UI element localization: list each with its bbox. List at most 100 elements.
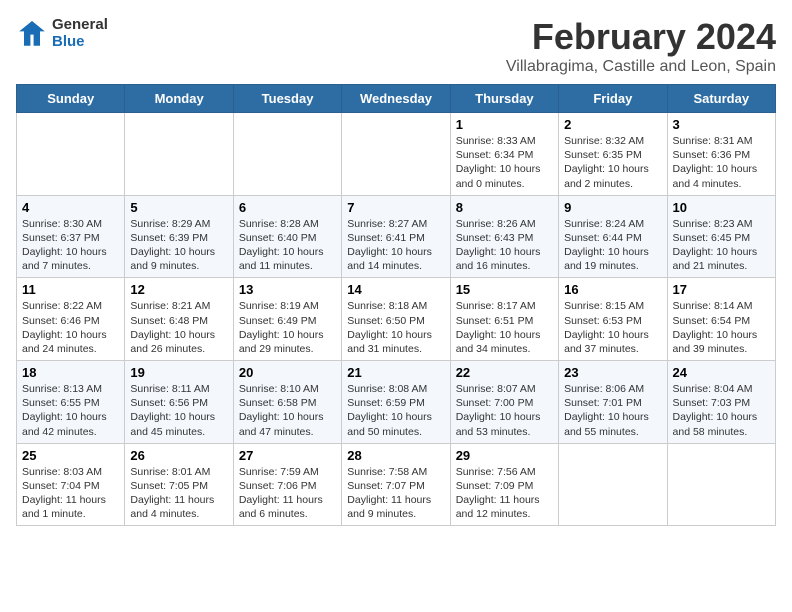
- calendar-cell: 22Sunrise: 8:07 AM Sunset: 7:00 PM Dayli…: [450, 361, 558, 444]
- weekday-header-friday: Friday: [559, 85, 667, 113]
- day-info: Sunrise: 8:10 AM Sunset: 6:58 PM Dayligh…: [239, 382, 336, 439]
- day-info: Sunrise: 8:23 AM Sunset: 6:45 PM Dayligh…: [673, 217, 770, 274]
- day-number: 3: [673, 117, 770, 132]
- calendar-week-4: 18 Sunrise: 8:13 AM Sunset: 6:55 PM Dayli…: [17, 361, 776, 444]
- calendar-cell: 19 Sunrise: 8:11 AM Sunset: 6:56 PM Dayli…: [125, 361, 233, 444]
- day-info: Sunrise: 8:28 AM Sunset: 6:40 PM Dayligh…: [239, 217, 336, 274]
- day-info: Sunrise: 8:33 AM Sunset: 6:34 PM Dayligh…: [456, 134, 553, 191]
- calendar-cell: [667, 443, 775, 526]
- day-info: Sunrise: 8:24 AM Sunset: 6:44 PM Dayligh…: [564, 217, 661, 274]
- day-number: 23: [564, 365, 661, 380]
- calendar-cell: 26 Sunrise: 8:01 AM Sunset: 7:05 PM Dayli…: [125, 443, 233, 526]
- day-info: Sunrise: 8:08 AM Sunset: 6:59 PM Dayligh…: [347, 382, 444, 439]
- calendar-cell: 21 Sunrise: 8:08 AM Sunset: 6:59 PM Dayli…: [342, 361, 450, 444]
- day-info: Sunrise: 8:21 AM Sunset: 6:48 PM Dayligh…: [130, 299, 227, 356]
- day-info: Sunrise: 8:01 AM Sunset: 7:05 PM Dayligh…: [130, 465, 227, 522]
- day-info: Sunrise: 8:31 AM Sunset: 6:36 PM Dayligh…: [673, 134, 770, 191]
- day-info: Sunrise: 8:32 AM Sunset: 6:35 PM Dayligh…: [564, 134, 661, 191]
- calendar-cell: 23 Sunrise: 8:06 AM Sunset: 7:01 PM Dayli…: [559, 361, 667, 444]
- logo-icon: [16, 17, 48, 49]
- day-number: 4: [22, 200, 119, 215]
- calendar-cell: 18 Sunrise: 8:13 AM Sunset: 6:55 PM Dayli…: [17, 361, 125, 444]
- day-number: 8: [456, 200, 553, 215]
- calendar-week-3: 11 Sunrise: 8:22 AM Sunset: 6:46 PM Dayli…: [17, 278, 776, 361]
- calendar-week-2: 4 Sunrise: 8:30 AM Sunset: 6:37 PM Daylig…: [17, 195, 776, 278]
- calendar-cell: 14 Sunrise: 8:18 AM Sunset: 6:50 PM Dayli…: [342, 278, 450, 361]
- calendar-cell: [559, 443, 667, 526]
- calendar-cell: 24 Sunrise: 8:04 AM Sunset: 7:03 PM Dayli…: [667, 361, 775, 444]
- calendar-cell: 20Sunrise: 8:10 AM Sunset: 6:58 PM Dayli…: [233, 361, 341, 444]
- calendar-cell: 8 Sunrise: 8:26 AM Sunset: 6:43 PM Daylig…: [450, 195, 558, 278]
- day-info: Sunrise: 8:06 AM Sunset: 7:01 PM Dayligh…: [564, 382, 661, 439]
- calendar-week-5: 25Sunrise: 8:03 AM Sunset: 7:04 PM Dayli…: [17, 443, 776, 526]
- weekday-header-tuesday: Tuesday: [233, 85, 341, 113]
- day-number: 5: [130, 200, 227, 215]
- day-number: 24: [673, 365, 770, 380]
- day-number: 21: [347, 365, 444, 380]
- calendar-cell: 16 Sunrise: 8:15 AM Sunset: 6:53 PM Dayli…: [559, 278, 667, 361]
- calendar-cell: 27 Sunrise: 7:59 AM Sunset: 7:06 PM Dayli…: [233, 443, 341, 526]
- calendar-cell: 5 Sunrise: 8:29 AM Sunset: 6:39 PM Daylig…: [125, 195, 233, 278]
- title-area: February 2024 Villabragima, Castille and…: [506, 16, 776, 76]
- weekday-header-wednesday: Wednesday: [342, 85, 450, 113]
- day-info: Sunrise: 8:22 AM Sunset: 6:46 PM Dayligh…: [22, 299, 119, 356]
- day-number: 10: [673, 200, 770, 215]
- weekday-header-sunday: Sunday: [17, 85, 125, 113]
- day-number: 17: [673, 282, 770, 297]
- day-info: Sunrise: 8:04 AM Sunset: 7:03 PM Dayligh…: [673, 382, 770, 439]
- day-number: 7: [347, 200, 444, 215]
- day-number: 11: [22, 282, 119, 297]
- day-number: 13: [239, 282, 336, 297]
- day-info: Sunrise: 8:14 AM Sunset: 6:54 PM Dayligh…: [673, 299, 770, 356]
- calendar-cell: 10 Sunrise: 8:23 AM Sunset: 6:45 PM Dayli…: [667, 195, 775, 278]
- day-info: Sunrise: 8:15 AM Sunset: 6:53 PM Dayligh…: [564, 299, 661, 356]
- location-subtitle: Villabragima, Castille and Leon, Spain: [506, 58, 776, 76]
- calendar-cell: 9 Sunrise: 8:24 AM Sunset: 6:44 PM Daylig…: [559, 195, 667, 278]
- day-number: 18: [22, 365, 119, 380]
- day-info: Sunrise: 8:18 AM Sunset: 6:50 PM Dayligh…: [347, 299, 444, 356]
- calendar-cell: 3 Sunrise: 8:31 AM Sunset: 6:36 PM Daylig…: [667, 113, 775, 196]
- day-info: Sunrise: 8:27 AM Sunset: 6:41 PM Dayligh…: [347, 217, 444, 274]
- day-number: 6: [239, 200, 336, 215]
- day-info: Sunrise: 8:30 AM Sunset: 6:37 PM Dayligh…: [22, 217, 119, 274]
- day-info: Sunrise: 7:56 AM Sunset: 7:09 PM Dayligh…: [456, 465, 553, 522]
- calendar-cell: 2 Sunrise: 8:32 AM Sunset: 6:35 PM Daylig…: [559, 113, 667, 196]
- day-info: Sunrise: 8:26 AM Sunset: 6:43 PM Dayligh…: [456, 217, 553, 274]
- weekday-header-monday: Monday: [125, 85, 233, 113]
- calendar-cell: [342, 113, 450, 196]
- day-number: 2: [564, 117, 661, 132]
- day-number: 25: [22, 448, 119, 463]
- header: General Blue February 2024 Villabragima,…: [16, 16, 776, 76]
- day-info: Sunrise: 8:29 AM Sunset: 6:39 PM Dayligh…: [130, 217, 227, 274]
- day-info: Sunrise: 7:59 AM Sunset: 7:06 PM Dayligh…: [239, 465, 336, 522]
- day-info: Sunrise: 8:13 AM Sunset: 6:55 PM Dayligh…: [22, 382, 119, 439]
- day-info: Sunrise: 7:58 AM Sunset: 7:07 PM Dayligh…: [347, 465, 444, 522]
- day-info: Sunrise: 8:17 AM Sunset: 6:51 PM Dayligh…: [456, 299, 553, 356]
- weekday-header-row: SundayMondayTuesdayWednesdayThursdayFrid…: [17, 85, 776, 113]
- logo: General Blue: [16, 16, 108, 50]
- day-number: 9: [564, 200, 661, 215]
- calendar-cell: 12 Sunrise: 8:21 AM Sunset: 6:48 PM Dayli…: [125, 278, 233, 361]
- day-number: 27: [239, 448, 336, 463]
- calendar-week-1: 1Sunrise: 8:33 AM Sunset: 6:34 PM Daylig…: [17, 113, 776, 196]
- day-number: 19: [130, 365, 227, 380]
- day-number: 16: [564, 282, 661, 297]
- day-number: 15: [456, 282, 553, 297]
- calendar-cell: 4 Sunrise: 8:30 AM Sunset: 6:37 PM Daylig…: [17, 195, 125, 278]
- calendar-cell: 17 Sunrise: 8:14 AM Sunset: 6:54 PM Dayli…: [667, 278, 775, 361]
- calendar-cell: 6 Sunrise: 8:28 AM Sunset: 6:40 PM Daylig…: [233, 195, 341, 278]
- calendar-cell: [17, 113, 125, 196]
- weekday-header-thursday: Thursday: [450, 85, 558, 113]
- calendar-table: SundayMondayTuesdayWednesdayThursdayFrid…: [16, 84, 776, 526]
- day-number: 12: [130, 282, 227, 297]
- calendar-cell: 15 Sunrise: 8:17 AM Sunset: 6:51 PM Dayli…: [450, 278, 558, 361]
- calendar-cell: [233, 113, 341, 196]
- calendar-cell: 29Sunrise: 7:56 AM Sunset: 7:09 PM Dayli…: [450, 443, 558, 526]
- day-info: Sunrise: 8:11 AM Sunset: 6:56 PM Dayligh…: [130, 382, 227, 439]
- calendar-cell: 1Sunrise: 8:33 AM Sunset: 6:34 PM Daylig…: [450, 113, 558, 196]
- calendar-cell: 13Sunrise: 8:19 AM Sunset: 6:49 PM Dayli…: [233, 278, 341, 361]
- day-number: 26: [130, 448, 227, 463]
- day-number: 28: [347, 448, 444, 463]
- day-number: 14: [347, 282, 444, 297]
- logo-text: General Blue: [52, 16, 108, 50]
